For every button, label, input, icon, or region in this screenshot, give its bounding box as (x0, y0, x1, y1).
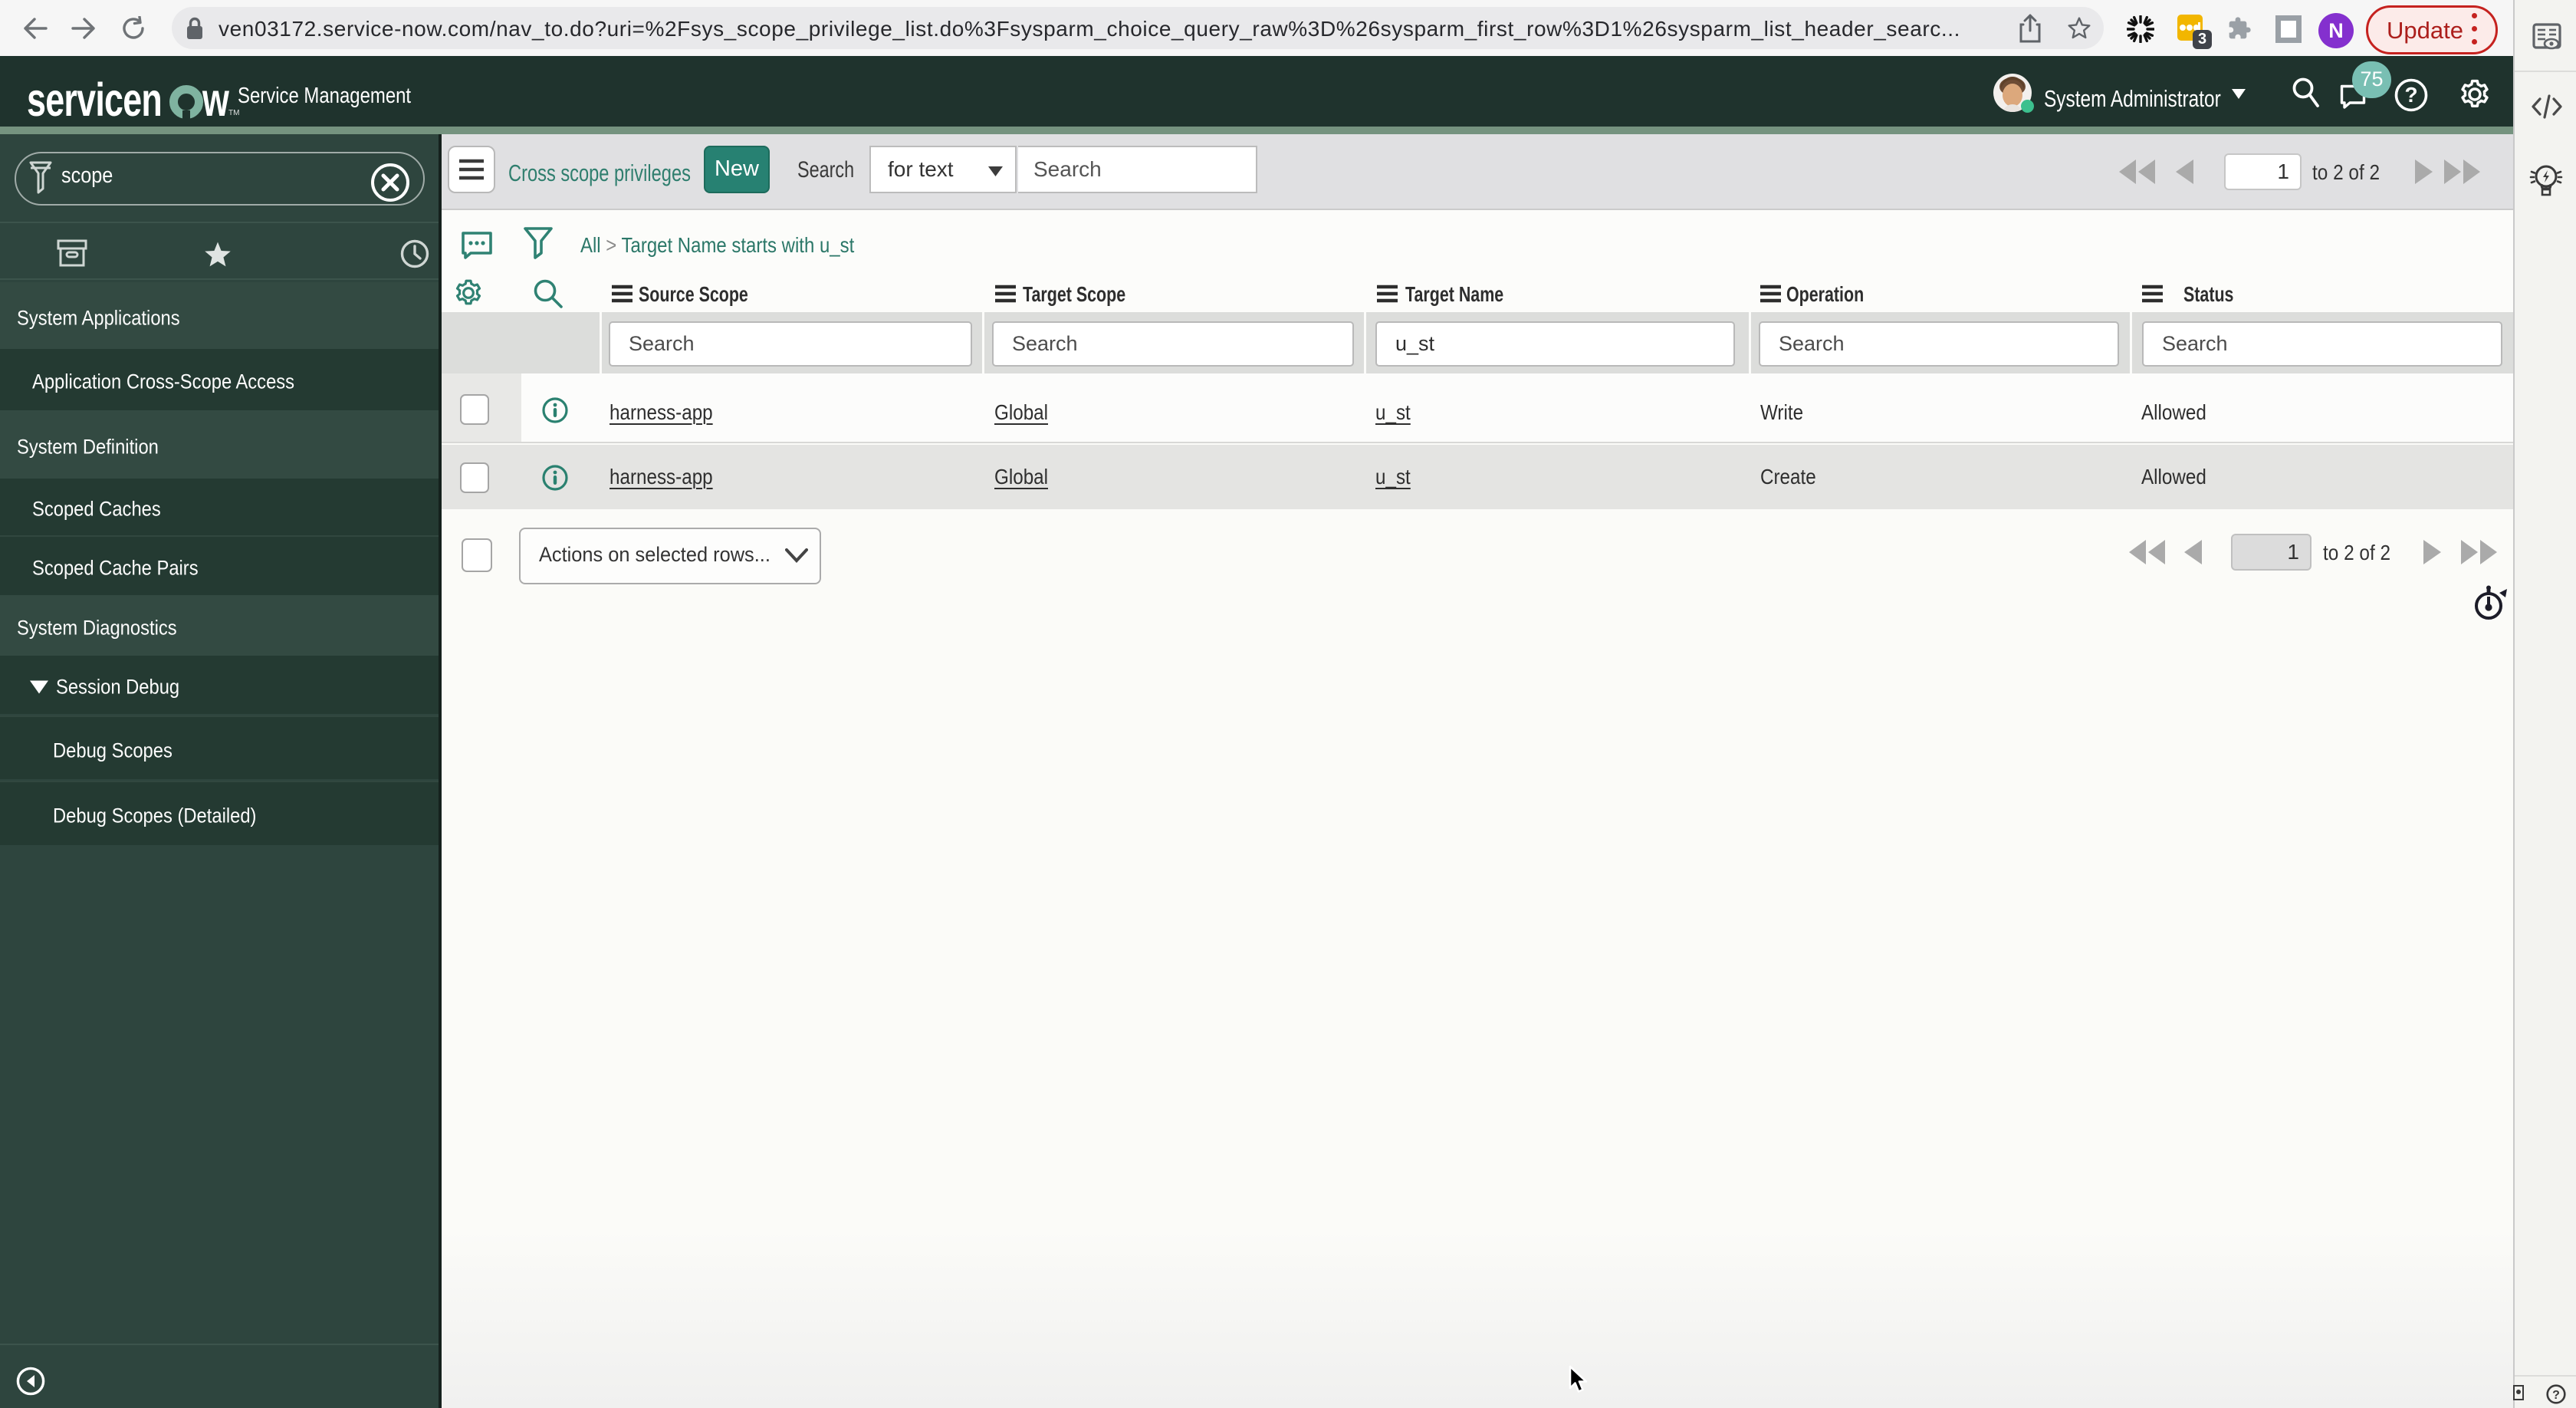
svg-text:?: ? (2552, 1389, 2560, 1402)
svg-text:?: ? (2404, 83, 2417, 107)
